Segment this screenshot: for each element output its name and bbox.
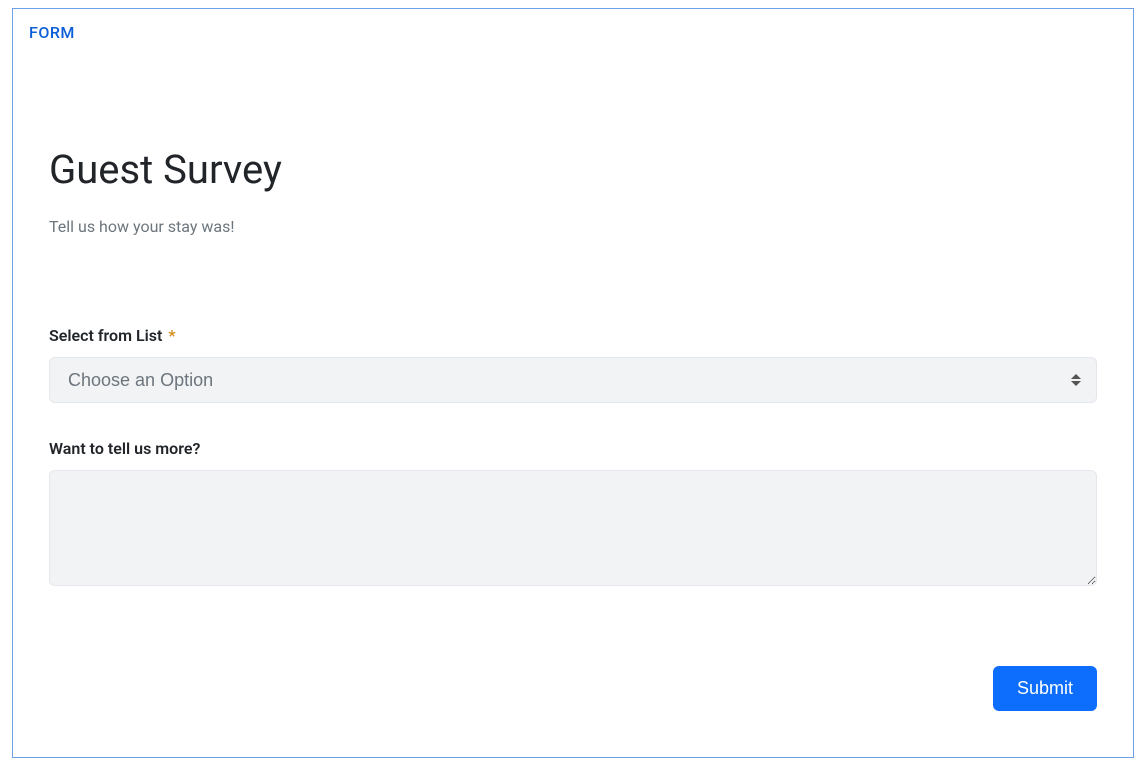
- textarea-field-label: Want to tell us more?: [49, 439, 1097, 458]
- submit-button[interactable]: Submit: [993, 666, 1097, 711]
- form-header: Guest Survey Tell us how your stay was!: [13, 56, 1133, 326]
- form-subtitle: Tell us how your stay was!: [49, 217, 1097, 236]
- select-wrapper: Choose an Option: [49, 357, 1097, 403]
- select-from-list[interactable]: Choose an Option: [49, 357, 1097, 403]
- form-container: FORM Guest Survey Tell us how your stay …: [12, 8, 1134, 758]
- button-row: Submit: [13, 626, 1133, 711]
- form-title: Guest Survey: [49, 146, 1097, 193]
- form-badge: FORM: [13, 9, 91, 56]
- required-mark: *: [168, 326, 175, 345]
- select-field-block: Select from List * Choose an Option: [49, 326, 1097, 403]
- form-fields: Select from List * Choose an Option Want…: [13, 326, 1133, 590]
- select-field-label: Select from List *: [49, 326, 1097, 345]
- select-label-text: Select from List: [49, 326, 162, 345]
- tell-us-more-textarea[interactable]: [49, 470, 1097, 586]
- textarea-field-block: Want to tell us more?: [49, 439, 1097, 590]
